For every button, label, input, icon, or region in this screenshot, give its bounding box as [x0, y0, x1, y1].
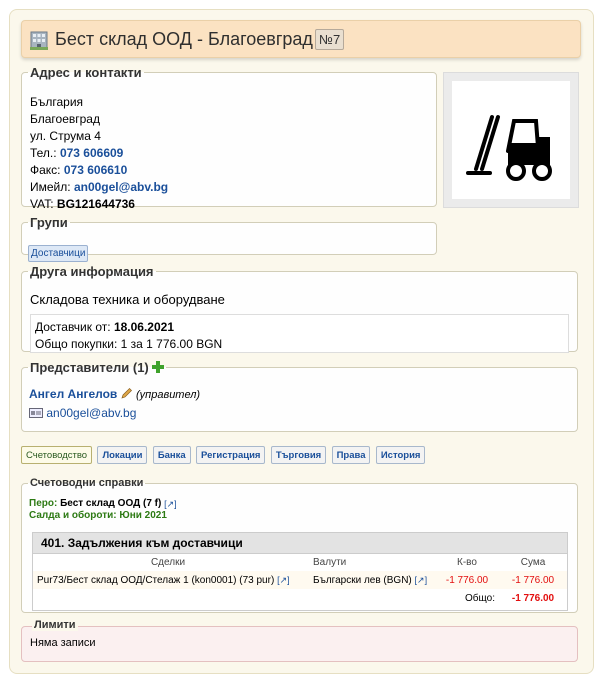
email-link[interactable]: an00gel@abv.bg: [74, 180, 168, 194]
address-street: ул. Струма 4: [30, 129, 101, 143]
representatives-panel: Представители (1) Ангел Ангелов (управит…: [21, 360, 578, 432]
representative-email-link[interactable]: an00gel@abv.bg: [46, 406, 136, 420]
phone-row: Тел.: 073 606609: [30, 146, 124, 160]
supplier-stats: Доставчик от: 18.06.2021 Общо покупки: 1…: [30, 314, 569, 353]
other-info-description: Складова техника и оборудване: [30, 292, 225, 307]
sum-cell: -1 776.00: [499, 571, 567, 589]
accounting-legend: Счетоводни справки: [30, 477, 144, 489]
tab-accounting[interactable]: Счетоводство: [21, 446, 93, 464]
tab-registration[interactable]: Регистрация: [196, 446, 266, 464]
add-representative-icon[interactable]: [152, 361, 165, 373]
other-info-legend: Друга информация: [30, 264, 154, 279]
report-title: 401. Задължения към доставчици: [33, 533, 567, 554]
phone-link[interactable]: 073 606609: [60, 146, 123, 160]
limits-panel: Лимити Няма записи: [21, 619, 578, 662]
report-header-row: Сделки Валути К-во Сума: [33, 554, 567, 571]
tab-trade[interactable]: Търговия: [270, 446, 327, 464]
supplier-since-date: 18.06.2021: [113, 320, 174, 334]
tab-rights[interactable]: Права: [331, 446, 371, 464]
col-sum: Сума: [520, 557, 546, 568]
col-currencies: Валути: [313, 557, 347, 568]
report-401: 401. Задължения към доставчици Сделки Ва…: [32, 532, 568, 611]
record-number-badge: №7: [315, 29, 345, 50]
pero-value: Бест склад ООД (7 f): [60, 498, 162, 509]
tab-bar: Счетоводство Локации Банка Регистрация Т…: [21, 446, 427, 466]
representative-email-row: an00gel@abv.bg: [29, 405, 569, 422]
col-deals: Сделки: [150, 557, 186, 568]
groups-legend: Групи: [30, 215, 68, 230]
groups-panel: Групи Доставчици: [21, 215, 437, 262]
edit-pencil-icon[interactable]: [121, 387, 133, 399]
total-value: -1 776.00: [511, 592, 555, 604]
address-panel: Адрес и контакти България Благоевград ул…: [21, 65, 437, 211]
limits-legend: Лимити: [32, 619, 78, 631]
tab-history[interactable]: История: [375, 446, 426, 464]
fax-link[interactable]: 073 606610: [64, 163, 127, 177]
company-image[interactable]: [443, 72, 579, 208]
vat-value: BG121644736: [56, 197, 135, 211]
tab-locations[interactable]: Локации: [97, 446, 148, 464]
currency-external-link-icon[interactable]: [↗]: [415, 575, 428, 585]
page-title: Бест склад ООД - Благоевград: [55, 29, 313, 49]
period-label: Салда и обороти: Юни 2021: [29, 510, 167, 521]
representatives-legend: Представители (1): [28, 360, 166, 375]
total-label: Общо:: [465, 592, 495, 604]
vat-row: VAT: BG121644736: [30, 197, 135, 211]
email-card-icon: [29, 408, 43, 418]
report-table: Сделки Валути К-во Сума Pur73/Бест склад…: [33, 554, 567, 607]
currency-cell: Български лев (BGN): [313, 574, 412, 586]
total-row: Общо: -1 776.00: [33, 589, 567, 607]
tab-bank[interactable]: Банка: [152, 446, 191, 464]
group-badge-suppliers[interactable]: Доставчици: [28, 245, 89, 262]
table-row: Pur73/Бест склад ООД/Стелаж 1 (kon0001) …: [33, 571, 567, 589]
qty-cell: -1 776.00: [435, 571, 499, 589]
limits-empty-text: Няма записи: [30, 637, 96, 649]
total-purchases: 1 за 1 776.00 BGN: [120, 337, 223, 351]
address-legend: Адрес и контакти: [30, 65, 142, 80]
page-container: Бест склад ООД - Благоевград №7 Адрес и …: [9, 9, 594, 674]
representative-name-link[interactable]: Ангел Ангелов: [29, 387, 117, 401]
deal-cell: Pur73/Бест склад ООД/Стелаж 1 (kon0001) …: [37, 574, 275, 586]
building-icon: [30, 31, 48, 50]
other-info-panel: Друга информация Складова техника и обор…: [21, 264, 578, 353]
page-header: Бест склад ООД - Благоевград №7: [21, 20, 581, 58]
address-country: България: [30, 95, 84, 109]
address-city: Благоевград: [30, 112, 100, 126]
accounting-panel: Счетоводни справки Перо: Бест склад ООД …: [21, 477, 578, 613]
pero-row: Перо: Бест склад ООД (7 f) [↗]: [29, 498, 177, 509]
pero-external-link-icon[interactable]: [↗]: [164, 499, 177, 509]
fax-row: Факс: 073 606610: [30, 163, 128, 177]
deal-external-link-icon[interactable]: [↗]: [277, 575, 290, 585]
representative-role: (управител): [136, 389, 201, 401]
col-qty: К-во: [457, 557, 477, 568]
forklift-icon: [466, 115, 552, 181]
representative-row: Ангел Ангелов (управител): [29, 386, 569, 403]
email-row: Имейл: an00gel@abv.bg: [30, 180, 169, 194]
